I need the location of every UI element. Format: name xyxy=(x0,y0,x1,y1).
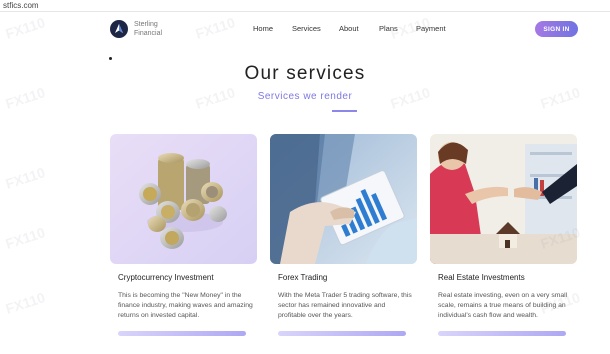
nav-payment[interactable]: Payment xyxy=(416,24,446,33)
card-accent-bar xyxy=(118,331,246,336)
site-header: Sterling Financial Home Services About P… xyxy=(0,12,610,46)
card-title: Cryptocurrency Investment xyxy=(118,273,214,282)
card-accent-bar xyxy=(278,331,406,336)
brand-logo-icon[interactable] xyxy=(110,20,128,38)
service-card-crypto[interactable]: Cryptocurrency Investment This is becomi… xyxy=(110,134,257,354)
card-accent-bar xyxy=(438,331,566,336)
section-divider xyxy=(332,110,357,112)
watermark: FX110 xyxy=(3,224,47,252)
card-title: Real Estate Investments xyxy=(438,273,525,282)
handshake-image xyxy=(430,134,577,264)
nav-home[interactable]: Home xyxy=(253,24,273,33)
card-title: Forex Trading xyxy=(278,273,328,282)
card-description: With the Meta Trader 5 trading software,… xyxy=(278,292,412,319)
nav-about[interactable]: About xyxy=(339,24,359,33)
card-description: Real estate investing, even on a very sm… xyxy=(438,292,568,319)
trading-chart-image xyxy=(270,134,417,264)
brand-name[interactable]: Sterling Financial xyxy=(134,20,162,38)
service-card-forex[interactable]: Forex Trading With the Meta Trader 5 tra… xyxy=(270,134,417,354)
coins-image xyxy=(110,134,257,264)
nav-plans[interactable]: Plans xyxy=(379,24,398,33)
address-bar[interactable]: stfics.com xyxy=(0,0,610,12)
section-title: Our services xyxy=(244,63,366,84)
nav-services[interactable]: Services xyxy=(292,24,321,33)
service-card-real-estate[interactable]: Real Estate Investments Real estate inve… xyxy=(430,134,577,354)
url-text: stfics.com xyxy=(3,1,39,10)
bullet-dot xyxy=(109,57,112,60)
watermark: FX110 xyxy=(3,289,47,317)
watermark: FX110 xyxy=(3,164,47,192)
brand-name-line1: Sterling xyxy=(134,21,158,28)
card-description: This is becoming the "New Money" in the … xyxy=(118,292,253,319)
brand-name-line2: Financial xyxy=(134,30,163,37)
section-subtitle: Services we render xyxy=(257,91,353,102)
sign-in-button[interactable]: SIGN IN xyxy=(535,21,578,37)
